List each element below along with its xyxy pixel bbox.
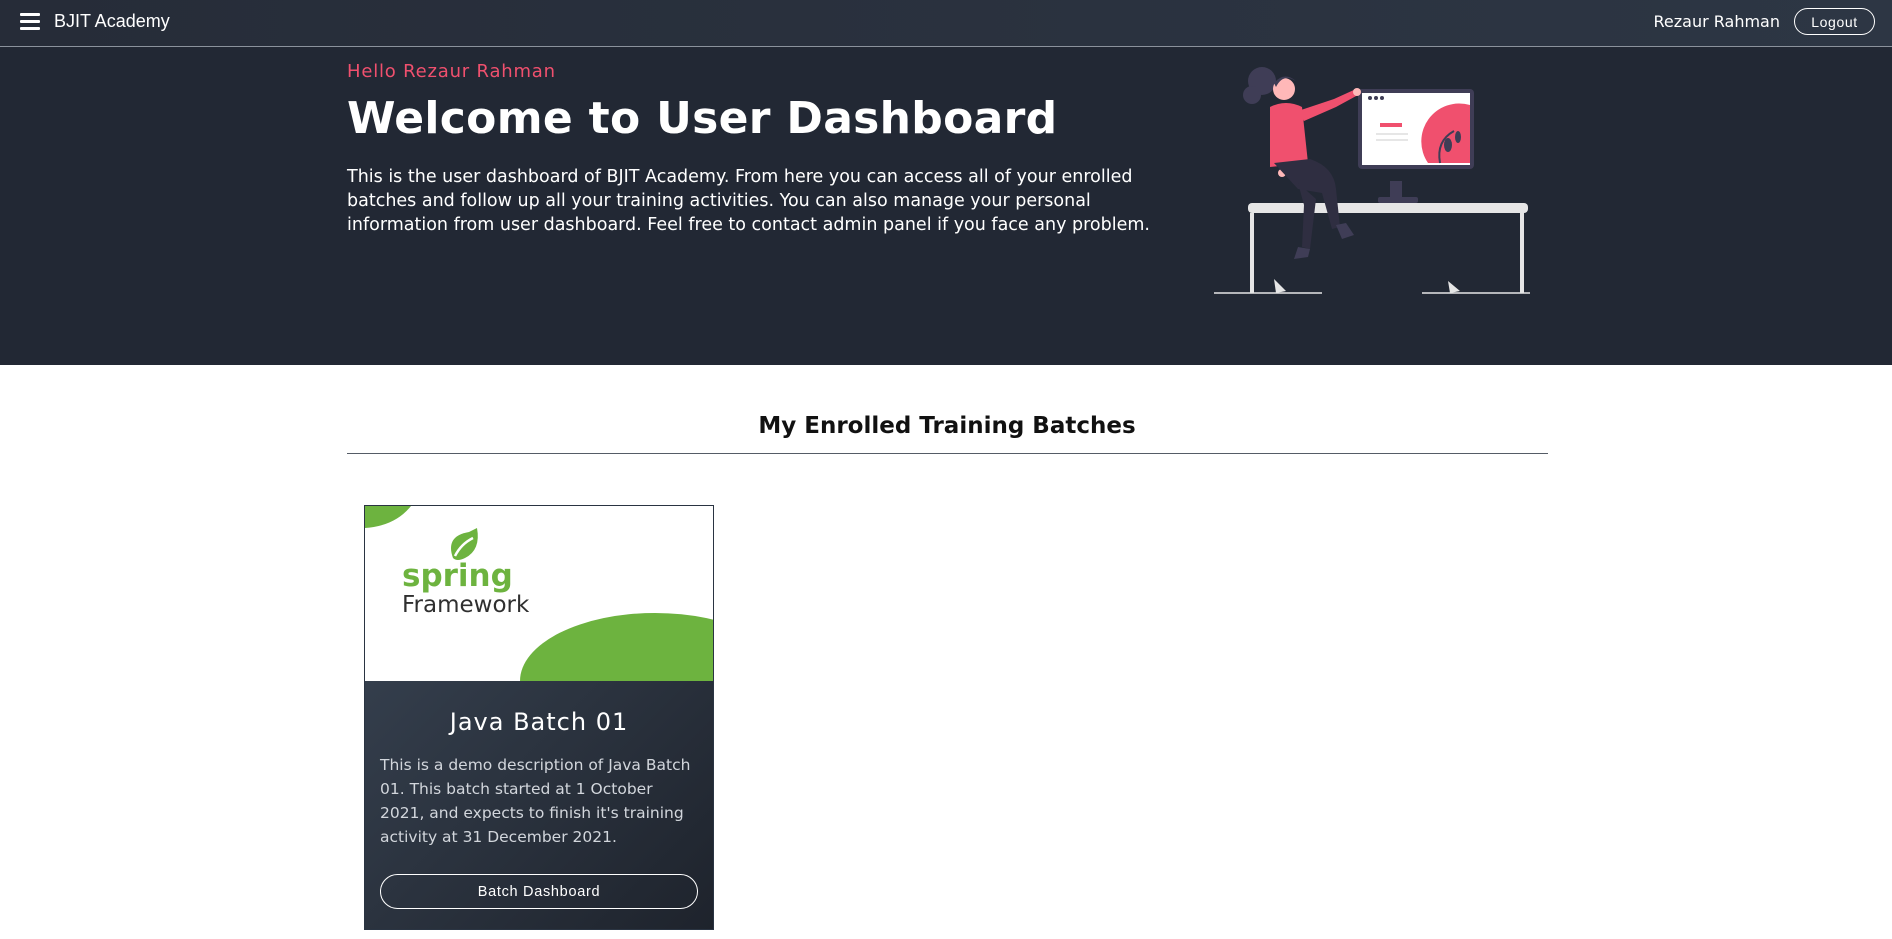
- hamburger-menu-icon[interactable]: [20, 13, 40, 30]
- framework-logo-word: Framework: [402, 592, 530, 618]
- spring-logo-word: spring: [402, 558, 513, 594]
- batch-dashboard-button[interactable]: Batch Dashboard: [380, 874, 698, 909]
- section-title: My Enrolled Training Batches: [758, 413, 1136, 439]
- batch-card-body: Java Batch 01 This is a demo description…: [365, 681, 713, 929]
- section-divider: [347, 453, 1548, 454]
- navbar: BJIT Academy Rezaur Rahman Logout: [0, 0, 1892, 47]
- page-title: Welcome to User Dashboard: [347, 93, 1058, 144]
- batch-title: Java Batch 01: [449, 708, 629, 736]
- batch-description: This is a demo description of Java Batch…: [380, 756, 691, 846]
- hero-description: This is the user dashboard of BJIT Acade…: [347, 167, 1150, 235]
- woman-at-desk-illustration: [1214, 67, 1530, 294]
- user-name: Rezaur Rahman: [1653, 12, 1781, 31]
- batch-image: spring Framework: [365, 506, 713, 749]
- batch-card: spring Framework Java Batch 01 This is a…: [364, 505, 714, 930]
- hero-banner: Hello Rezaur Rahman Welcome to User Dash…: [0, 47, 1892, 365]
- logout-button[interactable]: Logout: [1794, 8, 1875, 35]
- brand-name[interactable]: BJIT Academy: [54, 11, 170, 32]
- greeting-text: Hello Rezaur Rahman: [347, 61, 556, 82]
